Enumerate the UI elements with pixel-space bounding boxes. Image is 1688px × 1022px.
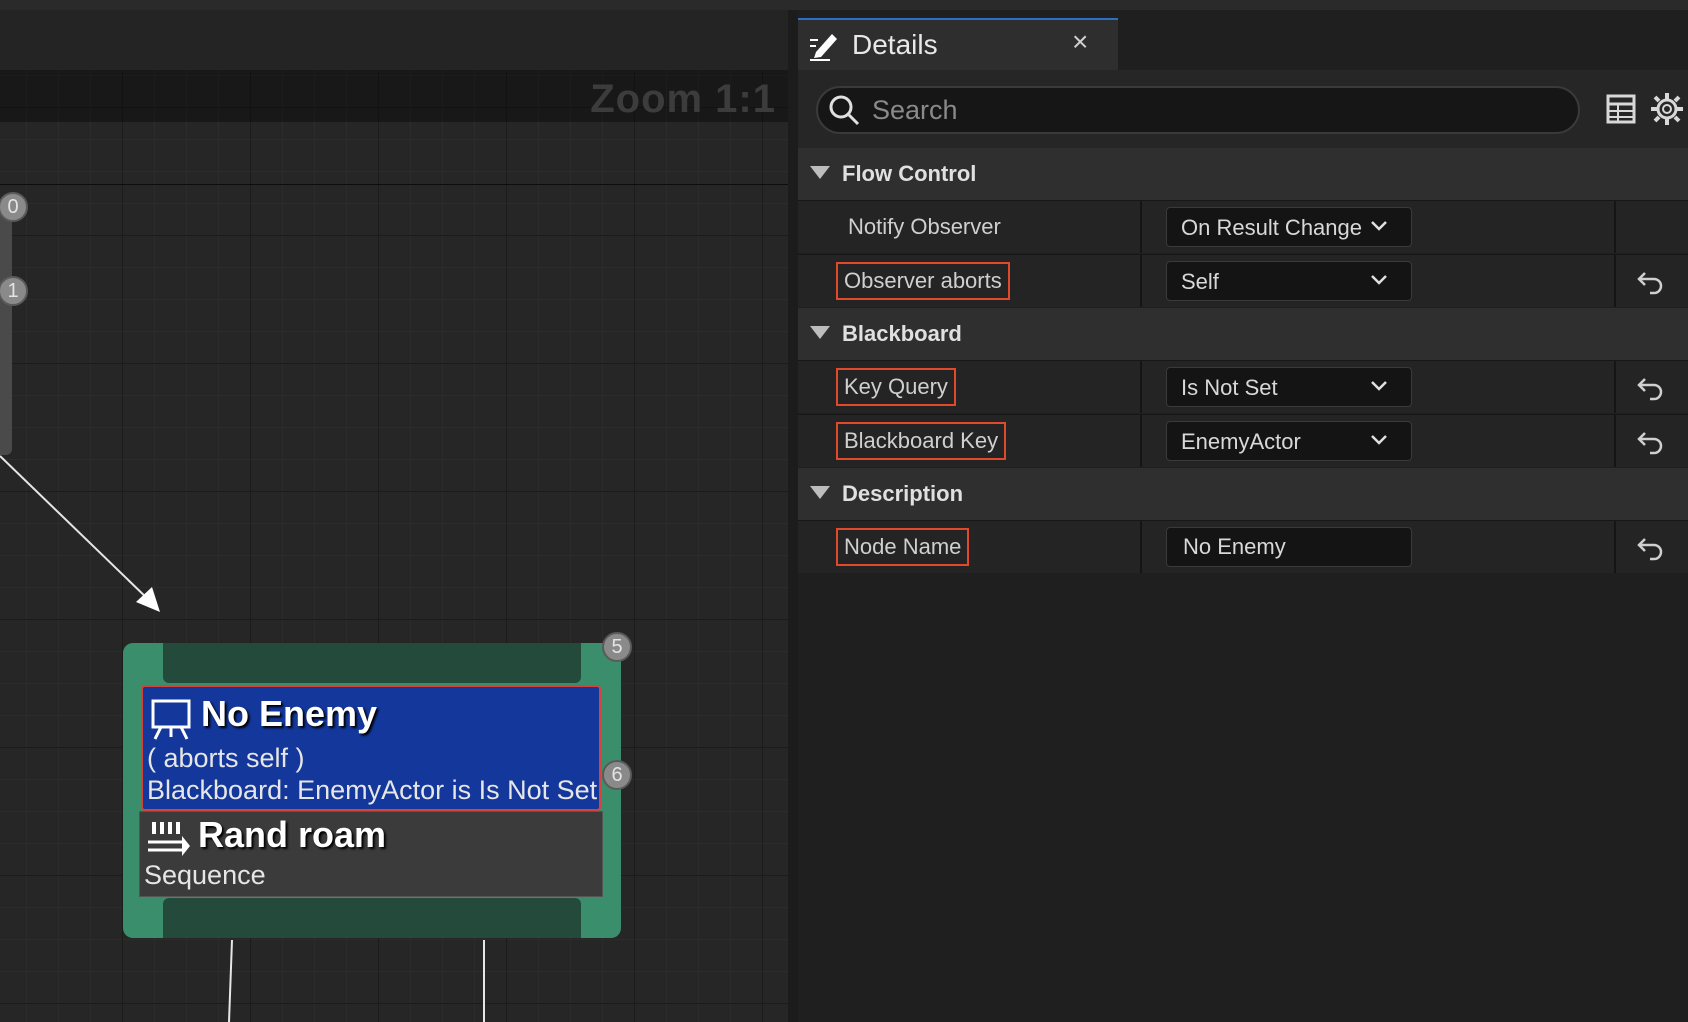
observer-aborts-dropdown[interactable]: Self (1166, 261, 1412, 301)
blackboard-key-dropdown[interactable]: EnemyActor (1166, 421, 1412, 461)
connection-line (228, 939, 233, 1022)
edit-pencil-icon (810, 34, 837, 61)
collapse-arrow-icon[interactable] (810, 326, 830, 339)
decorator-no-enemy[interactable]: No Enemy ( aborts self ) Blackboard: Ene… (141, 685, 601, 811)
column-divider[interactable] (1140, 521, 1142, 573)
reset-to-default-icon[interactable] (1636, 427, 1664, 455)
chevron-down-icon (1371, 381, 1387, 391)
collapse-arrow-icon[interactable] (810, 486, 830, 499)
column-divider (1614, 415, 1616, 467)
reset-to-default-icon[interactable] (1636, 267, 1664, 295)
column-divider (1614, 255, 1616, 307)
gear-icon[interactable] (1650, 92, 1684, 126)
close-icon[interactable]: × (1072, 26, 1088, 58)
decorator-condition: Blackboard: EnemyActor is Is Not Set (147, 775, 598, 805)
column-divider[interactable] (1140, 201, 1142, 253)
key-query-dropdown[interactable]: Is Not Set (1166, 367, 1412, 407)
decorator-abort-info: ( aborts self ) (147, 743, 305, 773)
search-box[interactable] (816, 86, 1580, 134)
column-divider (1614, 201, 1616, 253)
reset-to-default-icon[interactable] (1636, 533, 1664, 561)
dropdown-value: EnemyActor (1181, 429, 1301, 454)
property-row-node-name: Node Name No Enemy (798, 520, 1688, 573)
property-row-key-query: Key Query Is Not Set (798, 360, 1688, 413)
category-flow-control[interactable]: Flow Control (798, 148, 1688, 200)
composite-type: Sequence (144, 860, 266, 890)
tab-title: Details (852, 29, 938, 60)
execution-order-badge: 5 (602, 632, 632, 662)
chevron-down-icon (1371, 435, 1387, 445)
details-panel: Details × Flow Control Notify Observer (798, 10, 1688, 1022)
column-divider[interactable] (1140, 361, 1142, 413)
dropdown-value: Self (1181, 269, 1219, 294)
search-icon (829, 95, 860, 126)
table-view-icon[interactable] (1606, 94, 1636, 124)
blackboard-icon (151, 699, 191, 740)
tab-details[interactable]: Details × (798, 18, 1118, 70)
property-label: Notify Observer (848, 214, 1001, 239)
property-label: Node Name (836, 528, 970, 566)
decorator-title: No Enemy (201, 693, 378, 734)
field-value: No Enemy (1183, 534, 1286, 559)
execution-order-badge: 6 (602, 760, 632, 790)
column-divider (1614, 361, 1616, 413)
property-label: Blackboard Key (836, 422, 1007, 460)
dropdown-value: Is Not Set (1181, 375, 1278, 400)
property-label: Observer aborts (836, 262, 1010, 300)
node-input-pin-bar[interactable] (163, 643, 581, 683)
category-blackboard[interactable]: Blackboard (798, 308, 1688, 360)
dropdown-value: On Result Change (1181, 215, 1362, 240)
collapse-arrow-icon[interactable] (810, 166, 830, 179)
window-top-strip (0, 0, 1688, 10)
property-label: Key Query (836, 368, 956, 406)
behavior-tree-node[interactable]: No Enemy ( aborts self ) Blackboard: Ene… (123, 643, 621, 938)
composite-rand-roam[interactable]: Rand roam Sequence (139, 811, 603, 897)
property-row-notify-observer: Notify Observer On Result Change (798, 200, 1688, 253)
column-divider[interactable] (1140, 255, 1142, 307)
property-row-observer-aborts: Observer aborts Self (798, 254, 1688, 307)
chevron-down-icon (1371, 221, 1387, 231)
category-description[interactable]: Description (798, 468, 1688, 520)
category-title: Description (842, 481, 964, 506)
node-output-pin-bar[interactable] (163, 898, 581, 938)
category-title: Blackboard (842, 321, 962, 346)
composite-title: Rand roam (198, 814, 387, 855)
notify-observer-dropdown[interactable]: On Result Change (1166, 207, 1412, 247)
connection-line (0, 455, 153, 604)
chevron-down-icon (1371, 275, 1387, 285)
graph-editor[interactable]: Zoom 1:1 0 1 No Enemy ( aborts self ) Bl… (0, 10, 788, 1022)
reset-to-default-icon[interactable] (1636, 373, 1664, 401)
category-title: Flow Control (842, 161, 977, 186)
node-name-field[interactable]: No Enemy (1166, 527, 1412, 567)
column-divider[interactable] (1140, 415, 1142, 467)
sequence-icon (148, 822, 190, 856)
property-row-blackboard-key: Blackboard Key EnemyActor (798, 414, 1688, 467)
column-divider (1614, 521, 1616, 573)
search-input[interactable] (870, 92, 1564, 128)
